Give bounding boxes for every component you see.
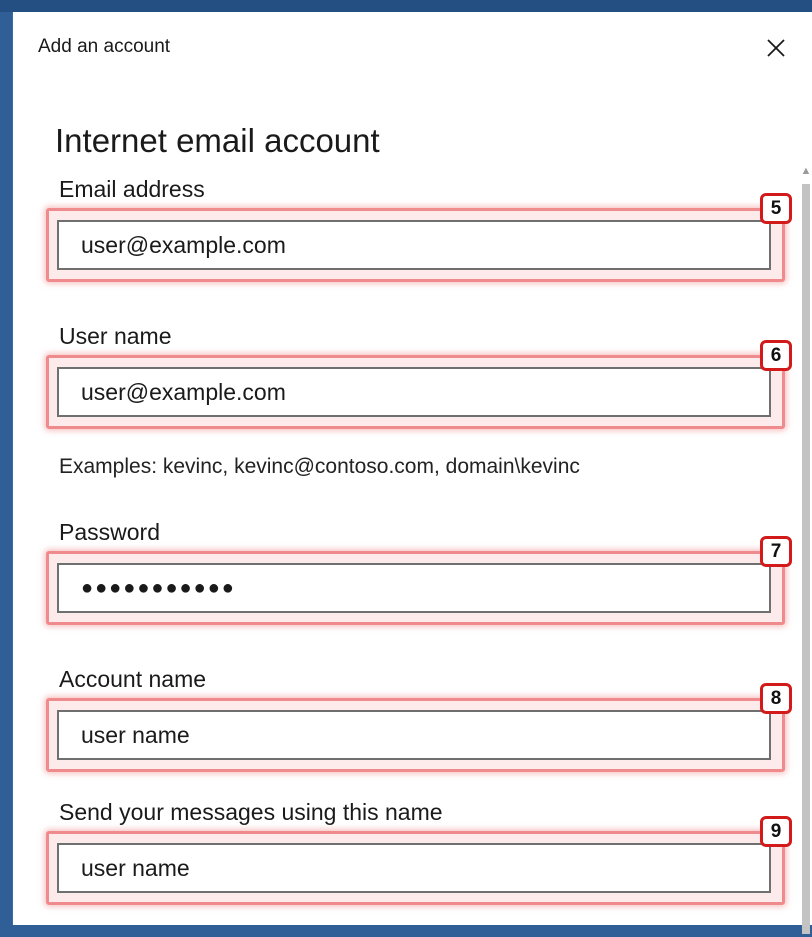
- add-account-dialog: Add an account Internet email account Em…: [12, 12, 812, 934]
- callout-badge-8: 8: [760, 683, 792, 714]
- email-field[interactable]: [57, 220, 771, 270]
- vertical-scrollbar[interactable]: ▲: [799, 162, 812, 937]
- password-field[interactable]: [57, 563, 771, 613]
- username-field[interactable]: [57, 367, 771, 417]
- callout-badge-9: 9: [760, 816, 792, 847]
- send-name-field[interactable]: [57, 843, 771, 893]
- scrollbar-thumb[interactable]: [802, 184, 810, 934]
- send-name-label: Send your messages using this name: [59, 799, 443, 825]
- chevron-up-icon[interactable]: ▲: [799, 162, 812, 180]
- email-label: Email address: [59, 176, 205, 202]
- username-hint: Examples: kevinc, kevinc@contoso.com, do…: [59, 455, 580, 478]
- desktop-background: [0, 0, 812, 12]
- dialog-title: Add an account: [38, 36, 171, 57]
- callout-badge-5: 5: [760, 193, 792, 224]
- close-icon: [767, 39, 785, 57]
- account-name-field[interactable]: [57, 710, 771, 760]
- close-button[interactable]: [756, 30, 796, 66]
- callout-badge-6: 6: [760, 340, 792, 371]
- callout-badge-7: 7: [760, 536, 792, 567]
- account-name-label: Account name: [59, 666, 207, 692]
- page-title: Internet email account: [55, 122, 380, 159]
- password-label: Password: [59, 519, 160, 545]
- username-label: User name: [59, 323, 172, 349]
